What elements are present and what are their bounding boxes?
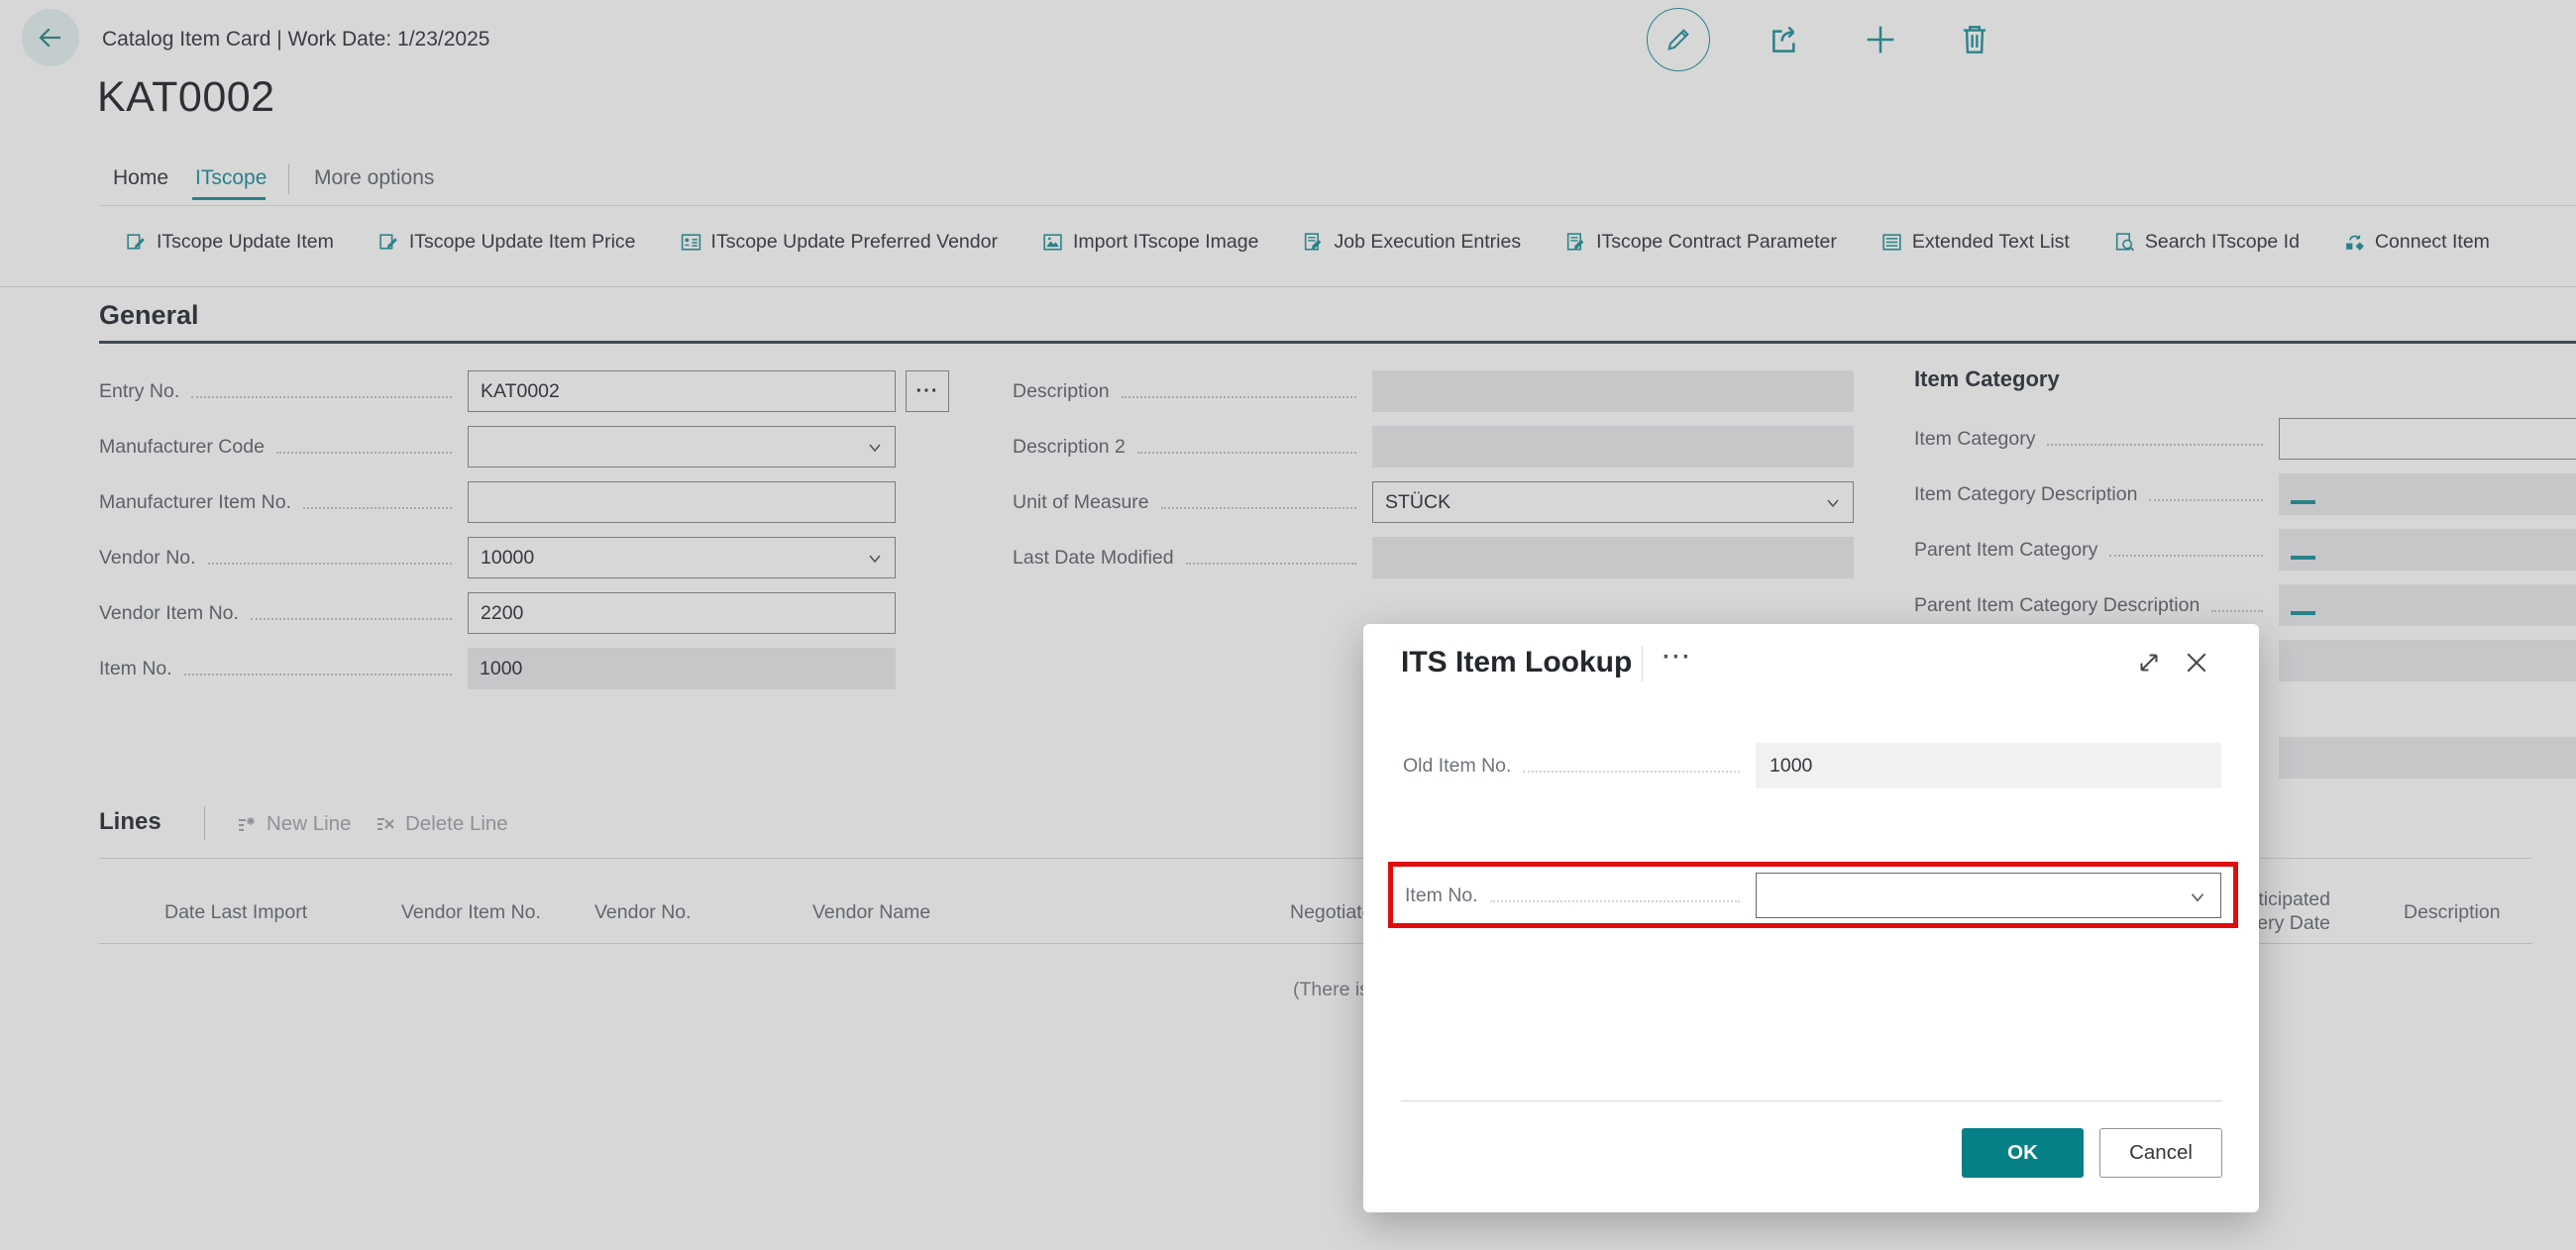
dialog-field-item-no: Item No.	[1405, 872, 2221, 919]
chevron-down-icon	[2187, 886, 2208, 908]
dotted-leader	[1490, 889, 1740, 902]
ok-button[interactable]: OK	[1962, 1128, 2084, 1178]
dialog-title: ITS Item Lookup	[1401, 646, 1632, 679]
close-icon	[2182, 648, 2211, 677]
catalog-item-card-page: Catalog Item Card | Work Date: 1/23/2025…	[0, 0, 2576, 1250]
old-item-no-readonly-field: 1000	[1756, 743, 2221, 788]
dialog-footer-divider	[1401, 1100, 2222, 1101]
dotted-leader	[1523, 760, 1740, 773]
old-item-no-value: 1000	[1770, 755, 1812, 778]
dialog-close-button[interactable]	[2182, 648, 2211, 677]
dialog-field-old-item-no: Old Item No. 1000	[1403, 743, 2221, 788]
cancel-button[interactable]: Cancel	[2099, 1128, 2222, 1178]
field-label: Item No.	[1405, 885, 1478, 907]
item-no-lookup-dropdown[interactable]	[1756, 873, 2221, 918]
field-label: Old Item No.	[1403, 755, 1511, 778]
dialog-title-divider	[1642, 646, 1643, 681]
its-item-lookup-dialog: ITS Item Lookup ··· Old Item No. 1000 It…	[1363, 624, 2259, 1212]
expand-icon	[2134, 648, 2164, 677]
dialog-expand-button[interactable]	[2134, 648, 2164, 677]
dialog-menu-ellipsis-icon[interactable]: ···	[1663, 644, 1692, 672]
